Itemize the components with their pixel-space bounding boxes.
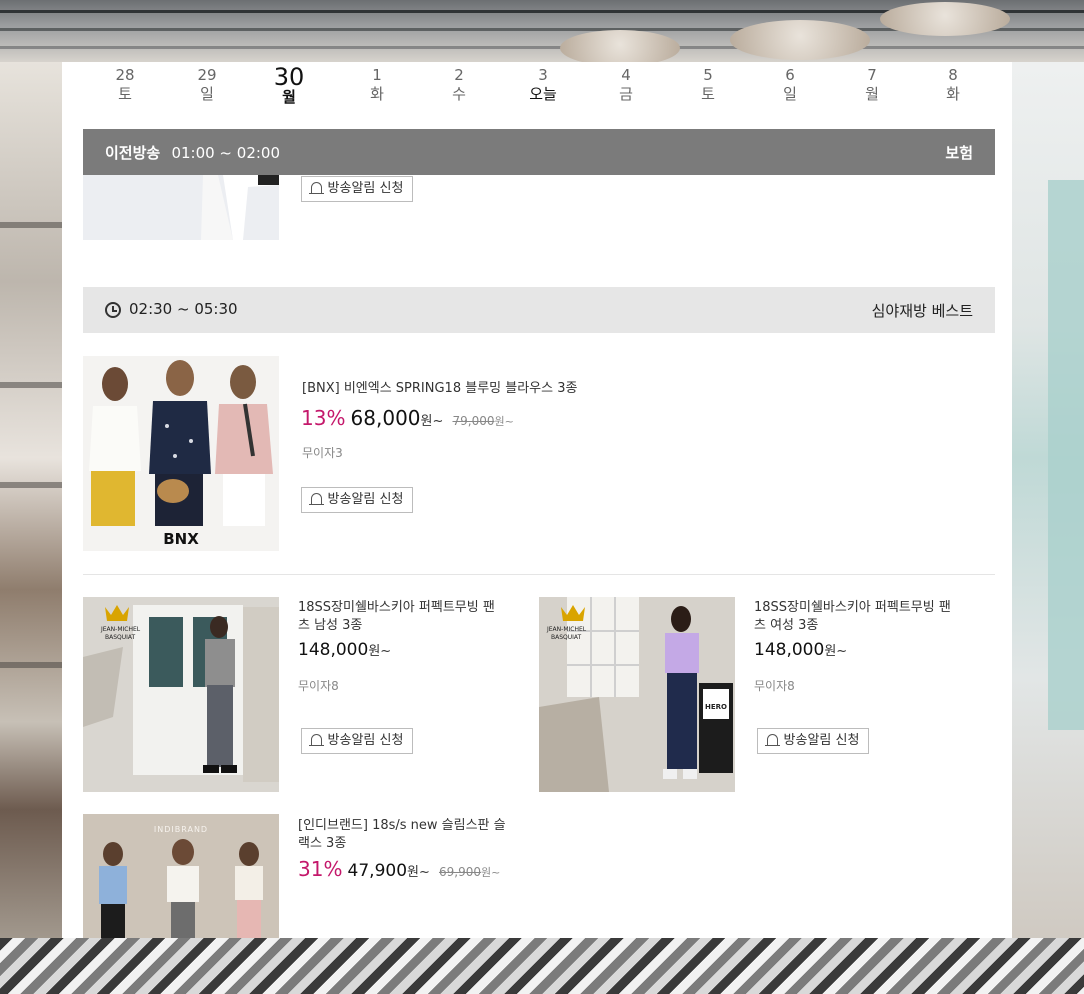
clock-icon	[105, 302, 121, 318]
background-right	[1012, 62, 1084, 942]
product-image-indibrand[interactable]: INDIBRAND	[83, 814, 279, 938]
product-price: 148,000원~	[754, 640, 848, 660]
date-item-today[interactable]: 3 오늘	[508, 66, 578, 104]
date-item[interactable]: 2수	[424, 66, 494, 104]
background-left	[0, 62, 62, 942]
product-image-bnx[interactable]: BNX	[83, 356, 279, 551]
svg-text:JEAN-MICHEL: JEAN-MICHEL	[100, 626, 141, 633]
alarm-button[interactable]: 방송알림 신청	[757, 728, 869, 754]
product-price: 148,000원~	[298, 640, 392, 660]
original-price: 79,000	[452, 414, 495, 428]
product-title[interactable]: 18SS장미쉘바스키아 퍼펙트무빙 팬츠 남성 3종	[298, 599, 498, 635]
bell-icon	[764, 734, 780, 746]
current-broadcast-time: 02:30 ~ 05:30	[129, 300, 238, 318]
svg-text:JEAN-MICHEL: JEAN-MICHEL	[546, 626, 587, 633]
svg-text:BASQUIAT: BASQUIAT	[551, 634, 582, 641]
sale-price: 148,000	[298, 640, 369, 660]
date-item[interactable]: 7월	[837, 66, 907, 104]
background-ceiling	[0, 0, 1084, 66]
discount-rate: 13%	[301, 406, 346, 430]
date-strip: 28 토 29 일 30 월 1화 2수 3 오늘 4금 5토 6일 7월 8화	[102, 65, 1004, 116]
installment-info: 무이자3	[302, 446, 343, 460]
date-item-selected[interactable]: 30 월	[254, 65, 324, 107]
svg-text:BASQUIAT: BASQUIAT	[105, 634, 136, 641]
schedule-panel: 28 토 29 일 30 월 1화 2수 3 오늘 4금 5토 6일 7월 8화 이전방…	[62, 62, 1012, 938]
current-broadcast-category: 심야재방 베스트	[871, 302, 973, 320]
date-item[interactable]: 8화	[918, 66, 988, 104]
sale-price: 68,000	[350, 406, 421, 430]
date-item[interactable]: 29 일	[172, 66, 242, 104]
product-image-basquiat-men[interactable]: JEAN-MICHEL BASQUIAT	[83, 597, 279, 792]
product-title[interactable]: 18SS장미쉘바스키아 퍼펙트무빙 팬츠 여성 3종	[754, 599, 954, 635]
installment-info: 무이자8	[754, 679, 795, 693]
installment-info: 무이자8	[298, 679, 339, 693]
brand-logo-bnx: BNX	[163, 530, 199, 548]
bell-icon	[308, 182, 324, 194]
product-price: 13% 68,000원~ 79,000원~	[301, 406, 514, 430]
prev-broadcast-time: 01:00 ~ 02:00	[171, 144, 280, 162]
date-item[interactable]: 5토	[673, 66, 743, 104]
alarm-button[interactable]: 방송알림 신청	[301, 728, 413, 754]
current-broadcast-bar: 02:30 ~ 05:30 심야재방 베스트	[83, 287, 995, 333]
prev-broadcast-category: 보험	[945, 144, 973, 162]
bell-icon	[308, 734, 324, 746]
bell-icon	[308, 493, 324, 505]
prev-product-image[interactable]	[83, 175, 279, 240]
date-item[interactable]: 6일	[755, 66, 825, 104]
date-item[interactable]: 4금	[591, 66, 661, 104]
product-title[interactable]: [BNX] 비엔엑스 SPRING18 블루밍 블라우스 3종	[302, 380, 577, 398]
hero-sign-text: HERO	[705, 703, 727, 711]
alarm-button[interactable]: 방송알림 신청	[301, 487, 413, 513]
product-title[interactable]: [인디브랜드] 18s/s new 슬림스판 슬랙스 3종	[298, 817, 508, 853]
original-price: 69,900	[438, 865, 481, 879]
prev-broadcast-label: 이전방송	[105, 144, 161, 162]
date-item[interactable]: 1화	[342, 66, 412, 104]
brand-logo-indibrand: INDIBRAND	[154, 825, 208, 834]
product-image-basquiat-women[interactable]: HERO JEAN-MICHEL BASQUIAT	[539, 597, 735, 792]
alarm-button[interactable]: 방송알림 신청	[301, 176, 413, 202]
sale-price: 148,000	[754, 640, 825, 660]
divider	[83, 574, 995, 575]
background-floor	[0, 938, 1084, 994]
prev-broadcast-bar[interactable]: 이전방송 01:00 ~ 02:00 보험	[83, 129, 995, 175]
date-item[interactable]: 28 토	[90, 66, 160, 104]
sale-price: 47,900	[347, 861, 408, 881]
product-price: 31% 47,900원~ 69,900원~	[298, 857, 501, 881]
discount-rate: 31%	[298, 857, 343, 881]
